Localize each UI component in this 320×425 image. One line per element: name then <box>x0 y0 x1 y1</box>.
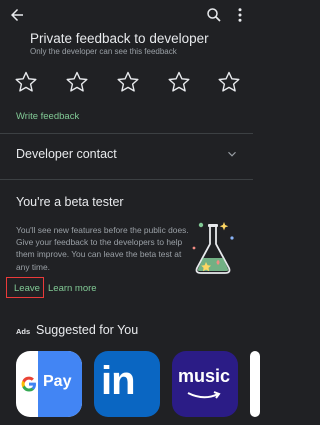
amazon-smile-icon <box>187 391 221 399</box>
arrow-left-icon[interactable] <box>8 6 26 24</box>
divider <box>0 179 253 180</box>
suggested-title: Suggested for You <box>36 323 139 337</box>
star-outline-icon[interactable] <box>65 70 89 94</box>
google-g-icon <box>21 376 36 392</box>
star-outline-icon[interactable] <box>217 70 241 94</box>
more-vert-icon[interactable] <box>235 6 245 24</box>
app-tile-amazon-music[interactable]: music <box>172 351 238 417</box>
beta-description: You'll see new features before the publi… <box>16 225 189 272</box>
linkedin-label: in <box>101 359 136 403</box>
top-app-bar <box>0 0 253 30</box>
ads-tag: Ads <box>16 327 31 336</box>
leave-beta-link[interactable]: Leave <box>14 283 40 294</box>
gpay-label: Pay <box>43 373 72 390</box>
feedback-title: Private feedback to developer <box>30 31 209 46</box>
write-feedback-link[interactable]: Write feedback <box>16 111 79 122</box>
beta-flask-illustration <box>192 222 234 274</box>
feedback-subtitle: Only the developer can see this feedback <box>30 47 177 56</box>
star-outline-icon[interactable] <box>116 70 140 94</box>
learn-more-link[interactable]: Learn more <box>48 283 97 294</box>
developer-contact-label[interactable]: Developer contact <box>16 147 117 161</box>
star-rating[interactable] <box>0 70 253 98</box>
app-tile-partial[interactable] <box>250 351 260 417</box>
star-outline-icon[interactable] <box>14 70 38 94</box>
search-icon[interactable] <box>205 6 223 24</box>
music-label: music <box>178 366 231 386</box>
star-outline-icon[interactable] <box>167 70 191 94</box>
divider <box>0 133 253 134</box>
beta-title: You're a beta tester <box>16 195 124 209</box>
chevron-down-icon[interactable] <box>225 147 239 161</box>
app-tile-linkedin[interactable]: in <box>94 351 160 417</box>
app-tile-google-pay[interactable]: Pay <box>16 351 82 417</box>
